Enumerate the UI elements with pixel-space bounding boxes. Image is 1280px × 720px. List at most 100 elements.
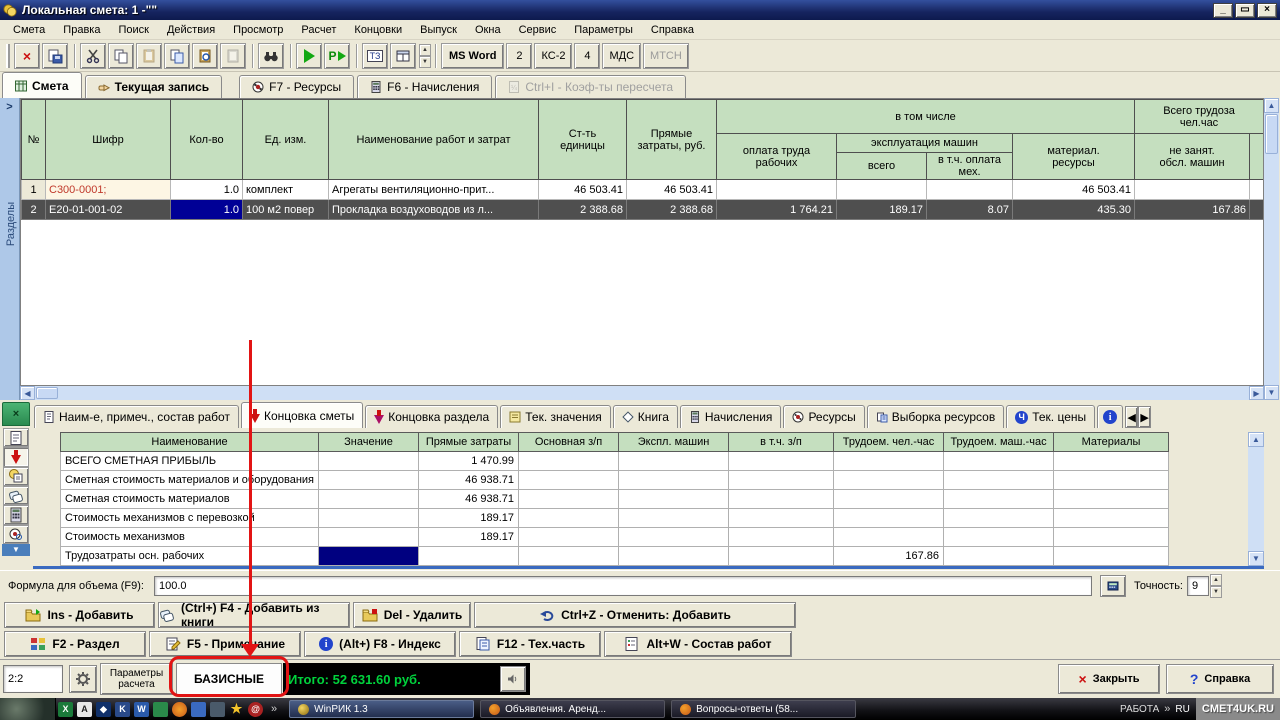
delete-record-button[interactable]: × <box>14 43 40 69</box>
tab-resources[interactable]: Ресурсы <box>783 405 864 428</box>
save-export-button[interactable] <box>42 43 68 69</box>
tabs-scroll-right[interactable]: ▶ <box>1138 406 1151 428</box>
tabs-scroll-left[interactable]: ◀ <box>1125 406 1138 428</box>
formula-input[interactable] <box>154 576 1092 596</box>
scroll-down-button[interactable]: ▼ <box>1264 385 1279 400</box>
totals-row[interactable]: Стоимость механизмов с перевозкой 189.17 <box>61 509 1169 528</box>
panel-splitter[interactable] <box>33 566 1264 569</box>
grid-vertical-scrollbar[interactable]: ▲ ▼ <box>1264 98 1279 400</box>
menu-pravka[interactable]: Правка <box>54 22 109 38</box>
menu-vypusk[interactable]: Выпуск <box>411 22 466 38</box>
tab-book[interactable]: Книга <box>613 405 678 428</box>
menu-okna[interactable]: Окна <box>466 22 510 38</box>
letter-a-quicklaunch-icon[interactable]: A <box>77 702 92 717</box>
quicklaunch-chevron[interactable]: » <box>271 703 277 715</box>
scroll-up-button[interactable]: ▲ <box>1264 98 1279 113</box>
totals-row[interactable]: Сметная стоимость материалов 46 938.71 <box>61 490 1169 509</box>
firefox-quicklaunch-icon[interactable] <box>172 702 187 717</box>
f2-section-button[interactable]: F2 - Раздел <box>4 631 146 657</box>
altw-work-composition-button[interactable]: Alt+W - Состав работ <box>604 631 792 657</box>
ks2-button[interactable]: КС-2 <box>534 43 572 69</box>
insert-add-button[interactable]: Ins - Добавить <box>4 602 155 628</box>
grid-row-2-selected[interactable]: 2 Е20-01-001-02 1.0 100 м2 повер Проклад… <box>22 200 1264 220</box>
tab-ctrl-i-coefficients[interactable]: ¼ Ctrl+I - Коэф-ты пересчета <box>495 75 686 98</box>
totals-vertical-scrollbar[interactable]: ▲ ▼ <box>1248 432 1264 566</box>
ms-word-button[interactable]: MS Word <box>441 43 504 69</box>
selected-cell[interactable]: 1.0 <box>171 200 243 220</box>
resources-icon-button[interactable] <box>3 525 29 544</box>
paste-all-button[interactable] <box>220 43 246 69</box>
star-quicklaunch-icon[interactable]: ★ <box>229 702 244 717</box>
tab-resource-selection[interactable]: Выборка ресурсов <box>867 405 1004 428</box>
values-note-icon-button[interactable] <box>3 467 29 486</box>
variant-4-button[interactable]: 4 <box>574 43 600 69</box>
scroll-right-button[interactable]: ▶ <box>1249 386 1264 400</box>
precision-input[interactable] <box>1187 576 1209 596</box>
iconbar-scroll-down[interactable]: ▼ <box>2 544 30 556</box>
tab-ending-estimate[interactable]: Концовка сметы <box>241 402 363 428</box>
word-variant-2-button[interactable]: 2 <box>506 43 532 69</box>
selected-value-cell[interactable] <box>319 547 419 566</box>
menu-parametry[interactable]: Параметры <box>565 22 642 38</box>
f8-index-button[interactable]: i (Alt+) F8 - Индекс <box>304 631 456 657</box>
panel-close-tab[interactable]: × <box>2 402 30 426</box>
f5-note-button[interactable]: F5 - Примечание <box>149 631 301 657</box>
undo-button[interactable]: Ctrl+Z - Отменить: Добавить <box>474 602 796 628</box>
totals-row[interactable]: Сметная стоимость материалов и оборудова… <box>61 471 1169 490</box>
maximize-button[interactable]: ▭ <box>1235 3 1255 18</box>
kompas-quicklaunch-icon[interactable]: K <box>115 702 130 717</box>
menu-deystviya[interactable]: Действия <box>158 22 224 38</box>
scroll-up-button[interactable]: ▲ <box>1248 432 1264 447</box>
grid-horizontal-scrollbar[interactable]: ◀ ▶ <box>20 386 1264 400</box>
paste-button[interactable] <box>136 43 162 69</box>
sections-strip[interactable]: > Разделы <box>0 98 20 400</box>
menu-koncovki[interactable]: Концовки <box>345 22 411 38</box>
menu-poisk[interactable]: Поиск <box>109 22 157 38</box>
delete-button[interactable]: Del - Удалить <box>353 602 471 628</box>
tray-chevron[interactable]: » <box>1164 703 1170 715</box>
tab-f7-resources[interactable]: F7 - Ресурсы <box>239 75 354 98</box>
green-app-quicklaunch-icon[interactable] <box>153 702 168 717</box>
calculator-button[interactable] <box>1100 575 1126 597</box>
tab-f6-charges[interactable]: F6 - Начисления <box>357 75 492 98</box>
totals-row[interactable]: Стоимость механизмов 189.17 <box>61 528 1169 547</box>
menu-smeta[interactable]: Смета <box>4 22 54 38</box>
close-dialog-button[interactable]: × Закрыть <box>1058 664 1160 694</box>
taskbar-ads[interactable]: Объявления. Аренд... <box>480 700 665 718</box>
mds-button[interactable]: МДС <box>602 43 641 69</box>
scroll-left-button[interactable]: ◀ <box>20 386 35 400</box>
close-button[interactable]: × <box>1257 3 1277 18</box>
speaker-button[interactable] <box>500 666 526 692</box>
word-quicklaunch-icon[interactable]: W <box>134 702 149 717</box>
calculation-params-button[interactable]: Параметры расчета <box>100 663 173 695</box>
calculator-icon-button[interactable] <box>3 505 29 524</box>
copy-special-button[interactable] <box>164 43 190 69</box>
scroll-thumb[interactable] <box>36 387 58 399</box>
add-from-book-button[interactable]: (Ctrl+) F4 - Добавить из книги <box>158 602 350 628</box>
tab-charges[interactable]: Начисления <box>680 405 782 428</box>
ending-arrow-icon-button[interactable] <box>3 447 29 466</box>
copy-button[interactable] <box>108 43 134 69</box>
search-binoculars-button[interactable] <box>258 43 284 69</box>
excel-quicklaunch-icon[interactable]: X <box>58 702 73 717</box>
settings-gear-button[interactable] <box>69 665 97 693</box>
precision-spinner[interactable]: ▲▼ <box>1210 574 1222 598</box>
tab-ending-section[interactable]: Концовка раздела <box>365 405 498 428</box>
diamond-quicklaunch-icon[interactable]: ◆ <box>96 702 111 717</box>
tz-button[interactable]: ТЗ <box>362 43 388 69</box>
taskbar-winrik[interactable]: WinРИК 1.3 <box>289 700 474 718</box>
run-p-calculation-button[interactable]: P <box>324 43 350 69</box>
taskbar-questions[interactable]: Вопросы-ответы (58... <box>671 700 856 718</box>
language-indicator[interactable]: RU <box>1175 704 1189 715</box>
run-calculation-button[interactable] <box>296 43 322 69</box>
menu-spravka[interactable]: Справка <box>642 22 703 38</box>
tab-smeta[interactable]: Смета <box>2 72 82 98</box>
cell-reference-field[interactable] <box>3 665 63 693</box>
menu-raschet[interactable]: Расчет <box>292 22 345 38</box>
paste-search-button[interactable] <box>192 43 218 69</box>
totals-row[interactable]: ВСЕГО СМЕТНАЯ ПРИБЫЛЬ 1 470.99 <box>61 452 1169 471</box>
totals-row-selected[interactable]: Трудозатраты осн. рабочих 167.86 <box>61 547 1169 566</box>
menu-prosmotr[interactable]: Просмотр <box>224 22 292 38</box>
mail-quicklaunch-icon[interactable]: @ <box>248 702 263 717</box>
help-button[interactable]: ? Справка <box>1166 664 1274 694</box>
